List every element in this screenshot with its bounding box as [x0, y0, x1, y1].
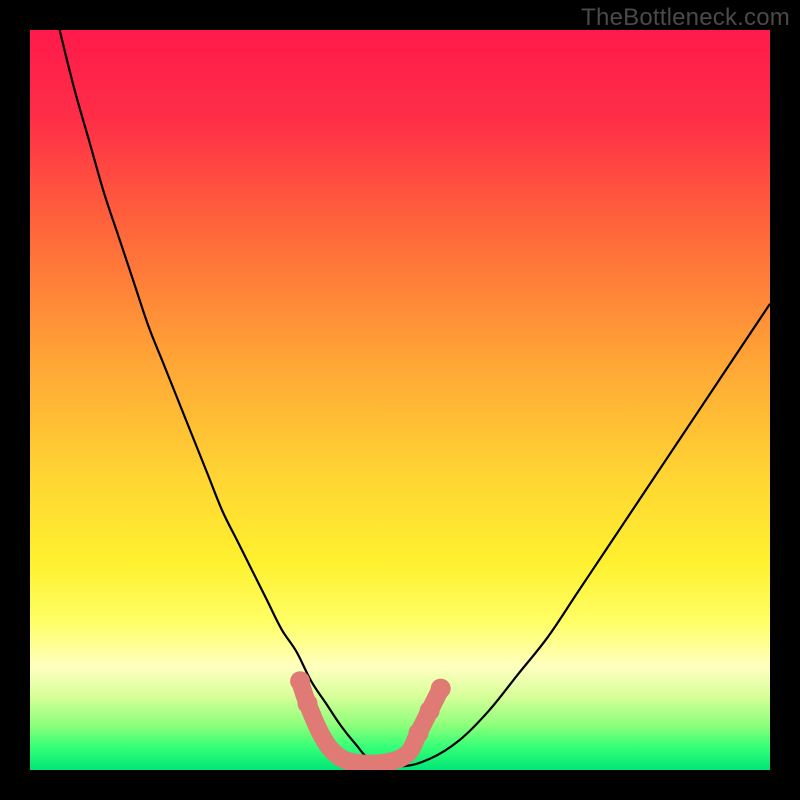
watermark-label: TheBottleneck.com	[581, 4, 790, 32]
plot-area	[30, 30, 770, 770]
marker-dot	[298, 693, 318, 713]
chart-frame: TheBottleneck.com	[0, 0, 800, 800]
marker-dot	[431, 679, 451, 699]
series-marker-ribbon	[300, 681, 441, 764]
marker-dot	[420, 701, 440, 721]
curves-layer	[30, 30, 770, 770]
marker-dot	[409, 723, 429, 743]
series-bottleneck-curve	[60, 30, 770, 766]
marker-dot	[290, 671, 310, 691]
